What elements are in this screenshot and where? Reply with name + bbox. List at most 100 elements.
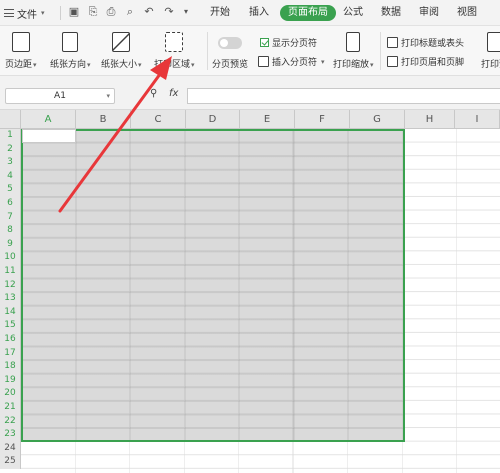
print-header-footer-label: 打印页眉和页脚	[401, 58, 465, 68]
name-box[interactable]: A1 ▾	[5, 88, 115, 104]
print-scale-icon	[346, 32, 361, 52]
tab-page-layout[interactable]: 页面布局	[280, 5, 336, 21]
column-header-e[interactable]: E	[240, 110, 295, 129]
tab-data[interactable]: 数据	[381, 5, 401, 21]
active-cell-a1[interactable]	[22, 129, 76, 143]
column-header-b[interactable]: B	[76, 110, 131, 129]
row-header[interactable]: 21	[0, 401, 21, 415]
row-header[interactable]: 17	[0, 346, 21, 361]
orientation-label: 纸张方向	[50, 60, 87, 70]
print-titles-icon	[387, 37, 398, 48]
print-icon[interactable]: ⎙	[105, 6, 117, 18]
tab-review[interactable]: 审阅	[419, 5, 439, 21]
zoom-search-icon[interactable]: ⚲	[150, 88, 157, 99]
print-area-button[interactable]: 打印区域▾	[154, 32, 195, 70]
paper-size-icon	[112, 32, 131, 52]
divider	[60, 6, 61, 20]
formula-input[interactable]	[187, 88, 500, 104]
file-menu-label: 文件	[17, 9, 37, 21]
page-orientation-icon	[62, 32, 79, 52]
row-header[interactable]: 23	[0, 428, 21, 442]
row-header[interactable]: 8	[0, 224, 21, 238]
column-header-c[interactable]: C	[131, 110, 186, 129]
column-header-h[interactable]: H	[405, 110, 455, 129]
row-header[interactable]: 11	[0, 265, 21, 279]
print-area-label: 打印区域	[154, 60, 191, 70]
function-icon[interactable]: fx	[169, 88, 178, 99]
tab-insert[interactable]: 插入	[249, 5, 269, 21]
page-break-preview-toggle[interactable]	[218, 37, 242, 49]
divider	[207, 32, 208, 70]
column-header-d[interactable]: D	[186, 110, 240, 129]
print-header-footer-icon	[387, 56, 398, 67]
row-header[interactable]: 10	[0, 251, 21, 265]
insert-page-break-button[interactable]: 插入分页符 ▾	[258, 55, 325, 68]
row-header[interactable]: 20	[0, 387, 21, 401]
row-header[interactable]: 15	[0, 319, 21, 333]
column-header-f[interactable]: F	[295, 110, 350, 129]
row-header[interactable]: 16	[0, 333, 21, 347]
print-area-selection[interactable]	[21, 129, 405, 442]
column-header-i[interactable]: I	[455, 110, 500, 129]
column-header-a[interactable]: A	[21, 110, 76, 129]
chevron-down-icon: ▾	[321, 57, 325, 66]
page-break-preview-label[interactable]: 分页预览	[212, 57, 248, 70]
print-area-icon	[165, 32, 184, 52]
row-header[interactable]: 13	[0, 292, 21, 306]
undo-icon[interactable]: ↶	[143, 6, 155, 18]
row-header[interactable]: 4	[0, 169, 21, 184]
tab-home[interactable]: 开始	[210, 5, 230, 21]
row-header[interactable]: 12	[0, 278, 21, 293]
row-header[interactable]: 1	[0, 129, 21, 143]
row-header[interactable]: 9	[0, 237, 21, 252]
file-menu[interactable]: 文件 ▾	[4, 6, 45, 21]
paper-size-button[interactable]: 纸张大小▾	[101, 32, 142, 70]
tab-view[interactable]: 视图	[457, 5, 477, 21]
print-titles-label: 打印标题或表头	[401, 39, 465, 49]
chevron-down-icon: ▾	[33, 61, 37, 69]
menu-icon	[4, 9, 14, 17]
chevron-down-icon: ▾	[106, 92, 110, 100]
row-header[interactable]: 22	[0, 414, 21, 429]
print-header-footer-button[interactable]: 打印页眉和页脚	[387, 55, 464, 68]
row-header[interactable]: 6	[0, 197, 21, 211]
row-header[interactable]: 24	[0, 441, 21, 456]
row-header[interactable]: 25	[0, 455, 21, 469]
row-header[interactable]: 5	[0, 183, 21, 197]
margins-button[interactable]: 页边距▾	[5, 32, 37, 70]
formula-bar: A1 ▾ ⚲ fx	[0, 76, 500, 110]
chevron-down-icon: ▾	[191, 61, 195, 69]
menu-bar: 文件 ▾ ▣ ⎘ ⎙ ⌕ ↶ ↷ ▾ 开始 插入 页面布局 公式 数据 审阅 视…	[0, 0, 500, 26]
chevron-down-icon: ▾	[370, 61, 374, 69]
row-header[interactable]: 2	[0, 142, 21, 157]
print-preview-icon	[487, 32, 500, 52]
print-preview-icon[interactable]: ⌕	[124, 6, 136, 18]
checkbox-checked-icon	[260, 38, 269, 47]
print-area-gridlines	[23, 131, 403, 440]
chevron-down-icon: ▾	[138, 61, 142, 69]
redo-icon[interactable]: ↷	[163, 6, 175, 18]
column-header-g[interactable]: G	[350, 110, 405, 129]
save-icon[interactable]: ▣	[68, 6, 80, 18]
print-scale-button[interactable]: 打印缩放▾	[333, 32, 374, 70]
chevron-down-icon[interactable]: ▾	[180, 6, 192, 18]
print-preview-button[interactable]: 打印预	[481, 32, 500, 70]
show-page-break-checkbox[interactable]: 显示分页符	[260, 36, 317, 49]
tab-formulas[interactable]: 公式	[343, 5, 363, 21]
export-pdf-icon[interactable]: ⎘	[87, 6, 99, 18]
row-header[interactable]: 7	[0, 210, 21, 225]
paper-size-label: 纸张大小	[101, 60, 138, 70]
ribbon-page-layout: 页边距▾ 纸张方向▾ 纸张大小▾ 打印区域▾ 分页预览 显示分页符 插入分页符 …	[0, 26, 500, 76]
cell-reference: A1	[54, 91, 66, 101]
row-header[interactable]: 14	[0, 305, 21, 320]
row-header[interactable]: 19	[0, 373, 21, 388]
divider	[380, 32, 381, 70]
print-scale-label: 打印缩放	[333, 60, 370, 70]
orientation-button[interactable]: 纸张方向▾	[50, 32, 91, 70]
row-header[interactable]: 18	[0, 360, 21, 374]
row-header[interactable]: 3	[0, 156, 21, 170]
show-page-break-label: 显示分页符	[272, 39, 318, 49]
select-all-corner[interactable]	[0, 110, 21, 129]
print-titles-button[interactable]: 打印标题或表头	[387, 36, 464, 49]
chevron-down-icon: ▾	[41, 9, 45, 17]
